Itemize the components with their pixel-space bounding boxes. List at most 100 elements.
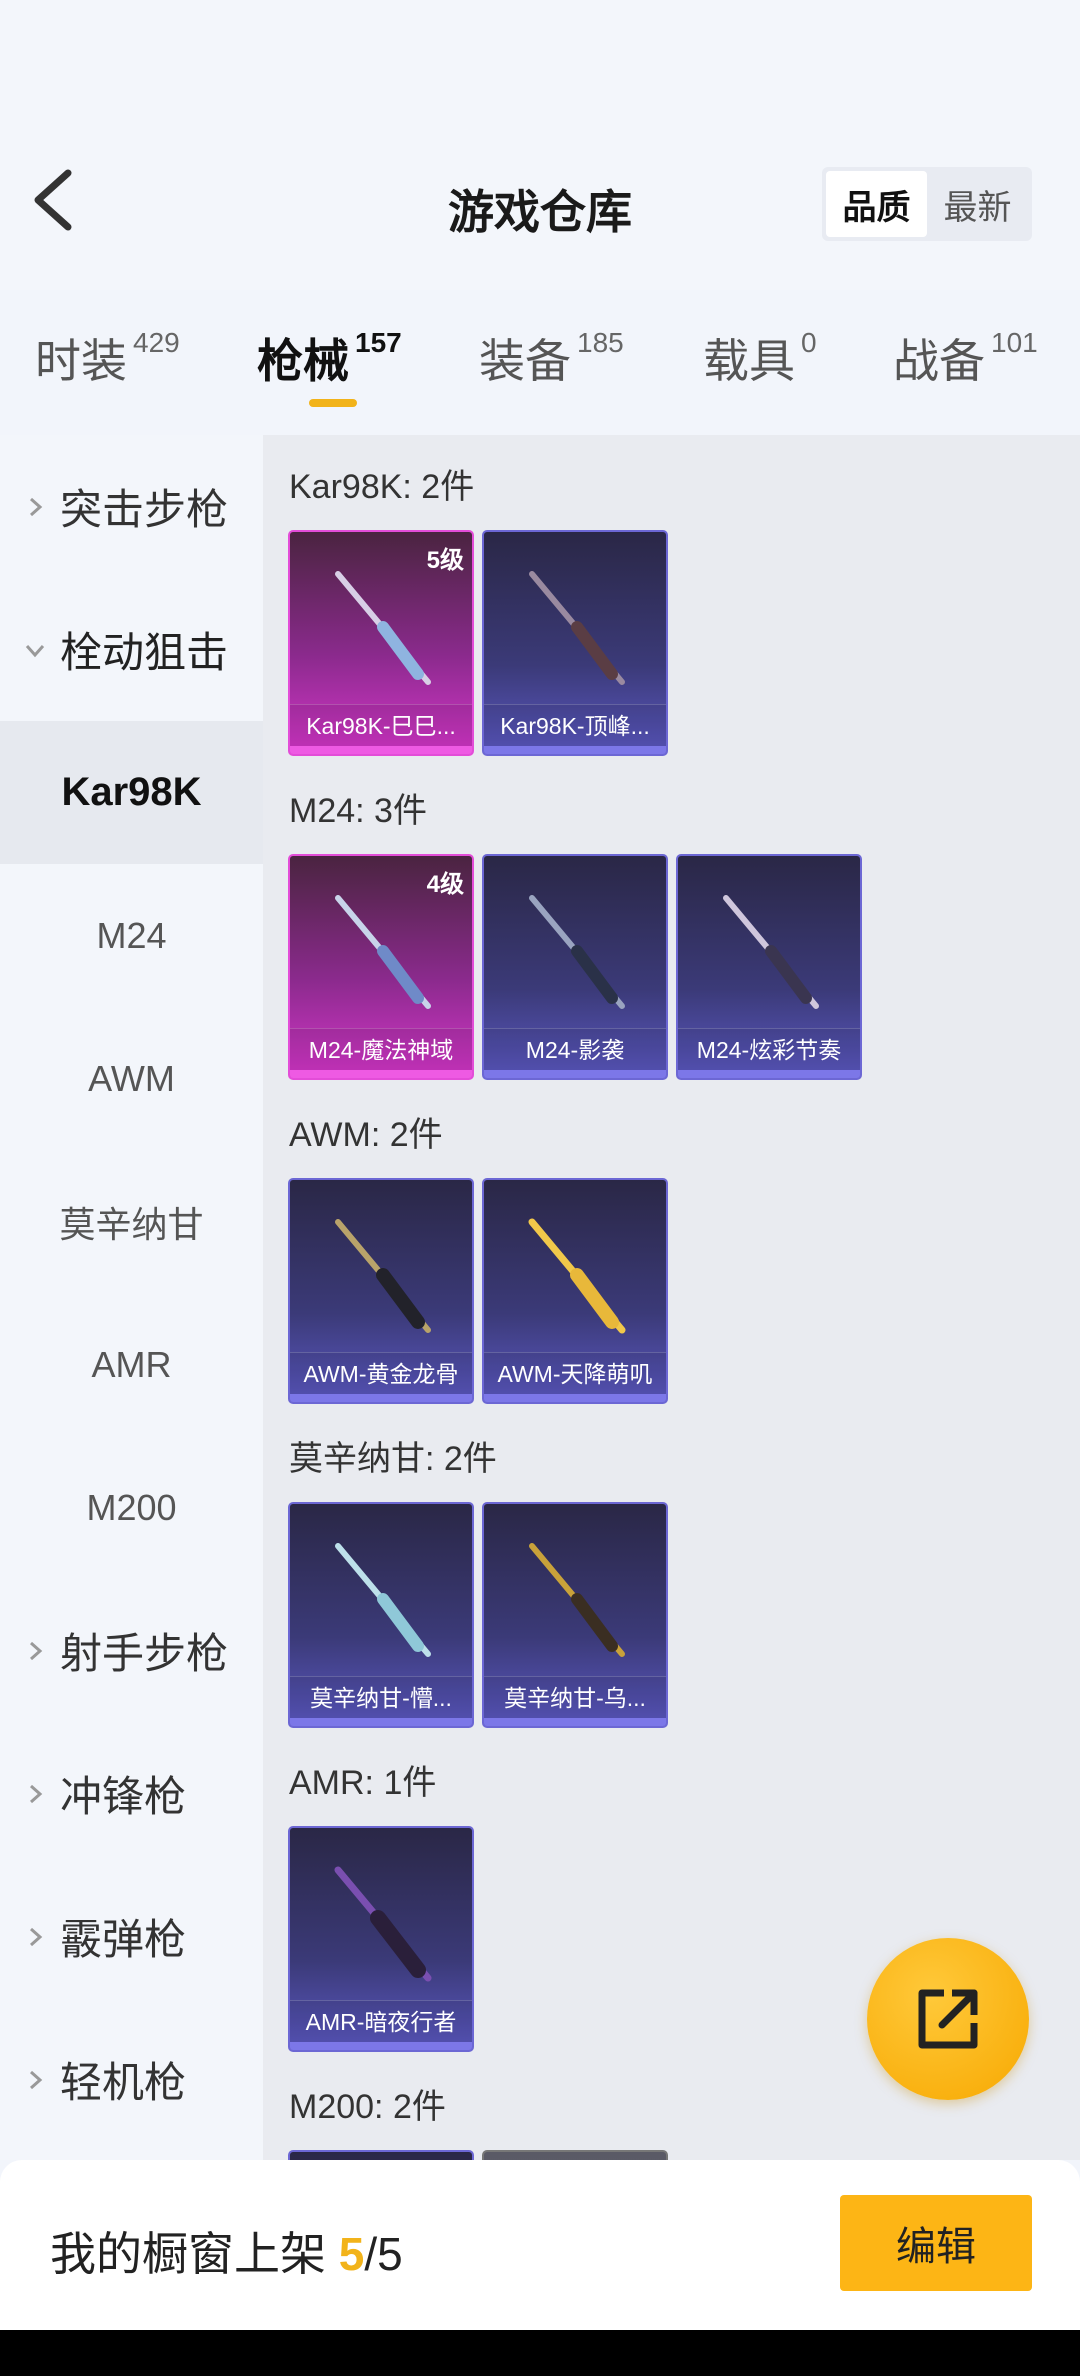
sidebar-item-marksman[interactable]: 射手步枪 <box>0 1579 263 1722</box>
section-title: AWM: 2件 <box>289 1116 443 1154</box>
sidebar-item-assault-rifles[interactable]: 突击步枪 <box>0 435 263 578</box>
tab-supplies[interactable]: 战备 101 <box>893 325 1038 391</box>
sidebar-item-smg[interactable]: 冲锋枪 <box>0 1722 263 1865</box>
rifle-icon <box>335 571 431 685</box>
tab-fashion[interactable]: 时装 429 <box>35 325 180 391</box>
skin-card[interactable]: M24-影袭 <box>482 854 668 1080</box>
skin-card[interactable]: AWM-黄金龙骨 <box>288 1178 474 1404</box>
rifle-icon <box>529 1543 625 1657</box>
level-badge: 4级 <box>426 871 464 898</box>
tab-vehicles[interactable]: 载具 0 <box>703 325 817 391</box>
chevron-right-icon <box>30 497 43 516</box>
section-title: M200: 2件 <box>289 2088 446 2126</box>
quality-bar <box>290 2042 472 2050</box>
tab-label: 装备 <box>479 335 571 387</box>
chevron-right-icon <box>30 2070 43 2089</box>
tab-count: 101 <box>991 327 1038 358</box>
skin-card[interactable]: M24-炫彩节奏 <box>676 854 862 1080</box>
skin-name: M24-魔法神域 <box>290 1028 472 1070</box>
sidebar-item-m24[interactable]: M24 <box>0 864 263 1007</box>
quality-bar <box>290 1070 472 1078</box>
skin-card[interactable] <box>482 2150 668 2160</box>
header: 游戏仓库 品质 最新 <box>0 0 1080 290</box>
quality-bar <box>678 1070 860 1078</box>
tab-weapons[interactable]: 枪械 157 <box>257 325 402 391</box>
tab-count: 157 <box>355 327 402 358</box>
skin-name: 莫辛纳甘-懵... <box>290 1676 472 1718</box>
sidebar-item-amr[interactable]: AMR <box>0 1293 263 1436</box>
quality-bar <box>484 1394 666 1402</box>
sidebar-item-label: 突击步枪 <box>60 486 229 533</box>
sidebar-item-mosin[interactable]: 莫辛纳甘 <box>0 1150 263 1293</box>
tab-count: 0 <box>801 327 817 358</box>
rifle-icon <box>335 895 431 1009</box>
sidebar-item-awm[interactable]: AWM <box>0 1007 263 1150</box>
sidebar-item-label: 轻机枪 <box>60 2059 187 2106</box>
rifle-icon <box>335 1219 431 1333</box>
skin-name: Kar98K-巳巳... <box>290 704 472 746</box>
sidebar-item-bolt-snipers[interactable]: 栓动狙击 <box>0 578 263 721</box>
rifle-icon <box>335 1543 431 1657</box>
quality-bar <box>484 1718 666 1726</box>
sort-newest[interactable]: 最新 <box>927 171 1028 237</box>
skin-name: AWM-黄金龙骨 <box>290 1352 472 1394</box>
quality-bar <box>484 746 666 754</box>
rifle-icon <box>529 895 625 1009</box>
sidebar-item-label: 栓动狙击 <box>60 629 229 676</box>
rifle-icon <box>528 1218 626 1334</box>
weapon-grid: Kar98K: 2件 5级 Kar98K-巳巳... Kar98K-顶峰... … <box>263 435 1080 2160</box>
skin-name: M24-影袭 <box>484 1028 666 1070</box>
tab-label: 时装 <box>35 335 127 387</box>
tab-label: 战备 <box>893 335 985 387</box>
sidebar-item-m200[interactable]: M200 <box>0 1436 263 1579</box>
skin-card[interactable]: AMR-暗夜行者 <box>288 1826 474 2052</box>
skin-card[interactable]: 莫辛纳甘-懵... <box>288 1502 474 1728</box>
skin-name: Kar98K-顶峰... <box>484 704 666 746</box>
quality-bar <box>290 746 472 754</box>
system-nav-bar <box>0 2330 1080 2376</box>
active-tab-indicator <box>309 399 357 407</box>
chevron-right-icon <box>30 1927 43 1946</box>
skin-card[interactable]: AWM-天降萌叽 <box>482 1178 668 1404</box>
section-title: AMR: 1件 <box>289 1764 437 1802</box>
skin-card[interactable]: 莫辛纳甘-乌... <box>482 1502 668 1728</box>
skin-card[interactable]: Kar98K-顶峰... <box>482 530 668 756</box>
sidebar-item-shotgun[interactable]: 霰弹枪 <box>0 1865 263 2008</box>
skin-name: AMR-暗夜行者 <box>290 2000 472 2042</box>
showcase-label: 我的橱窗上架 <box>50 2228 326 2280</box>
skin-name: M24-炫彩节奏 <box>678 1028 860 1070</box>
sidebar-item-kar98k[interactable]: Kar98K <box>0 721 263 864</box>
quality-bar <box>290 1718 472 1726</box>
sidebar-item-lmg[interactable]: 轻机枪 <box>0 2008 263 2151</box>
section-title: Kar98K: 2件 <box>289 468 475 506</box>
tab-count: 429 <box>133 327 180 358</box>
share-button[interactable] <box>867 1938 1029 2100</box>
tab-equipment[interactable]: 装备 185 <box>479 325 624 391</box>
sidebar-item-label: 射手步枪 <box>60 1630 229 1677</box>
rifle-icon <box>723 895 819 1009</box>
chevron-right-icon <box>30 1784 43 1803</box>
showcase-current: 5 <box>338 2228 365 2280</box>
rifle-icon <box>529 571 625 685</box>
quality-bar <box>290 1394 472 1402</box>
showcase-separator: / <box>364 2228 378 2280</box>
quality-bar <box>484 1070 666 1078</box>
chevron-down-icon <box>25 644 45 657</box>
chevron-right-icon <box>30 1641 43 1660</box>
showcase-status: 我的橱窗上架 5/5 <box>50 2218 403 2284</box>
tab-label: 枪械 <box>257 335 349 387</box>
edit-button[interactable]: 编辑 <box>840 2195 1032 2291</box>
skin-card[interactable]: 4级 M24-魔法神域 <box>288 854 474 1080</box>
skin-card[interactable] <box>288 2150 474 2160</box>
sort-quality[interactable]: 品质 <box>826 171 927 237</box>
skin-name: AWM-天降萌叽 <box>484 1352 666 1394</box>
category-tabs: 时装 429 枪械 157 装备 185 载具 0 战备 101 <box>0 325 1080 415</box>
level-badge: 5级 <box>426 547 464 574</box>
external-link-icon <box>918 1989 978 2049</box>
bottom-bar: 我的橱窗上架 5/5 编辑 <box>0 2160 1080 2330</box>
tab-count: 185 <box>577 327 624 358</box>
sidebar: 突击步枪 栓动狙击 Kar98K M24 AWM 莫辛纳甘 AMR M200 射… <box>0 435 263 2160</box>
skin-card[interactable]: 5级 Kar98K-巳巳... <box>288 530 474 756</box>
sidebar-item-label: 霰弹枪 <box>60 1916 187 1963</box>
sort-toggle: 品质 最新 <box>822 167 1032 241</box>
